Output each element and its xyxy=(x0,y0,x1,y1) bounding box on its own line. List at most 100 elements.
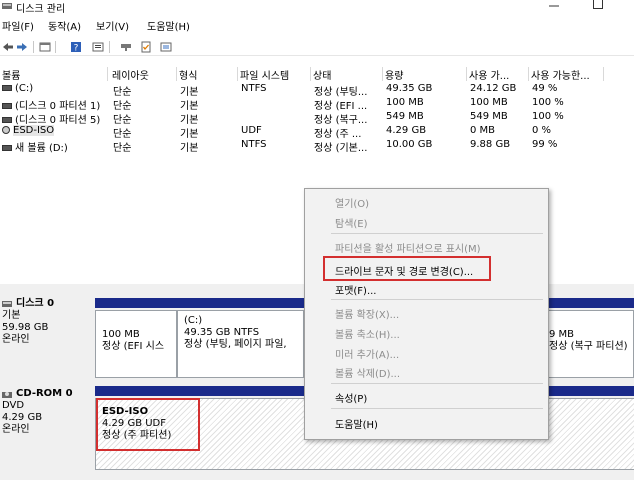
context-menu: 열기(O) 탐색(E) 파티션을 활성 파티션으로 표시(M) 드라이브 문자 … xyxy=(304,188,549,440)
volume-capacity: 49.35 GB xyxy=(386,83,433,94)
column-volume[interactable]: 볼륨 xyxy=(0,67,108,81)
volume-layout: 단순 xyxy=(113,101,132,112)
column-capacity[interactable]: 용량 xyxy=(383,67,467,81)
maximize-icon[interactable] xyxy=(592,0,604,10)
volume-percent: 99 % xyxy=(532,139,558,150)
disk-icon xyxy=(2,301,12,307)
window-icon[interactable] xyxy=(160,41,172,53)
console-tree-icon[interactable] xyxy=(39,41,51,53)
disk-0-partition-recovery[interactable]: 9 MB 정상 (복구 파티션) xyxy=(546,310,634,378)
menu-file[interactable]: 파일(F) xyxy=(2,18,34,33)
volume-capacity: 4.29 GB xyxy=(386,125,427,136)
volume-layout: 단순 xyxy=(113,87,132,98)
disk-state: 온라인 xyxy=(2,334,30,345)
volume-layout: 단순 xyxy=(113,129,132,140)
volume-percent: 49 % xyxy=(532,83,558,94)
menu-item-explore[interactable]: 탐색(E) xyxy=(335,215,368,230)
menu-item-mark-active[interactable]: 파티션을 활성 파티션으로 표시(M) xyxy=(335,240,481,255)
volume-free: 100 MB xyxy=(470,97,508,108)
partition-label: (C:) xyxy=(184,315,203,326)
volume-row[interactable]: (디스크 0 파티션 5) 단순 기본 정상 (복구... 549 MB 549… xyxy=(0,111,634,126)
volume-row[interactable]: 새 볼륨 (D:) 단순 기본 NTFS 정상 (기본... 10.00 GB … xyxy=(0,139,634,154)
drive-icon xyxy=(2,145,12,151)
disk-type: DVD xyxy=(2,400,25,411)
highlight-box-change-drive-letter xyxy=(323,256,491,281)
menu-item-open[interactable]: 열기(O) xyxy=(335,195,369,210)
menu-action[interactable]: 동작(A) xyxy=(48,18,81,33)
volume-percent: 100 % xyxy=(532,97,564,108)
volume-fs: NTFS xyxy=(241,139,267,150)
volume-fs: NTFS xyxy=(241,83,267,94)
volume-capacity: 549 MB xyxy=(386,111,424,122)
menu-help[interactable]: 도움말(H) xyxy=(147,18,190,33)
minimize-icon[interactable] xyxy=(548,0,560,12)
volume-type: 기본 xyxy=(180,101,199,112)
volume-status: 정상 (부팅... xyxy=(314,87,368,98)
volume-type: 기본 xyxy=(180,143,199,154)
column-status[interactable]: 상태 xyxy=(311,67,383,81)
volume-status: 정상 (EFI ... xyxy=(314,101,368,112)
volume-status: 정상 (주 ... xyxy=(314,129,362,140)
toolbar: ? xyxy=(0,39,634,56)
volume-row[interactable]: (디스크 0 파티션 1) 단순 기본 정상 (EFI ... 100 MB 1… xyxy=(0,97,634,112)
menu-item-format[interactable]: 포맷(F)... xyxy=(335,282,377,297)
volume-list-header: 볼륨 레이아웃 형식 파일 시스템 상태 용량 사용 가... 사용 가능한..… xyxy=(0,67,634,81)
menu-item-shrink[interactable]: 볼륨 축소(H)... xyxy=(335,326,400,341)
cd-drive-icon xyxy=(2,391,12,398)
column-layout[interactable]: 레이아웃 xyxy=(110,67,177,81)
drive-icon xyxy=(2,85,12,91)
disk-0-label[interactable]: 디스크 0 기본 59.98 GB 온라인 xyxy=(0,298,93,378)
column-type[interactable]: 형식 xyxy=(177,67,238,81)
properties-icon[interactable] xyxy=(92,41,104,53)
drive-icon xyxy=(2,117,12,123)
volume-name: (C:) xyxy=(15,83,34,94)
volume-status: 정상 (복구... xyxy=(314,115,368,126)
partition-status: 정상 (부팅, 페이지 파일, xyxy=(184,339,287,350)
svg-text:?: ? xyxy=(74,44,79,54)
partition-size: 9 MB xyxy=(549,329,575,340)
volume-name: 새 볼륨 (D:) xyxy=(15,143,68,154)
volume-free: 24.12 GB xyxy=(470,83,517,94)
volume-capacity: 100 MB xyxy=(386,97,424,108)
connect-icon[interactable] xyxy=(120,41,132,53)
cdrom-0-label[interactable]: CD-ROM 0 DVD 4.29 GB 온라인 xyxy=(0,386,93,468)
disk-size: 59.98 GB xyxy=(2,322,49,333)
disk-state: 온라인 xyxy=(2,424,30,435)
partition-status: 정상 (복구 파티션) xyxy=(549,341,628,352)
cd-drive-icon xyxy=(2,126,10,134)
menu-item-delete[interactable]: 볼륨 삭제(D)... xyxy=(335,365,400,380)
help-icon[interactable]: ? xyxy=(70,41,82,53)
volume-free: 9.88 GB xyxy=(470,139,511,150)
checklist-icon[interactable] xyxy=(140,41,152,53)
disk-0-partition-efi[interactable]: 100 MB 정상 (EFI 시스 xyxy=(95,310,177,378)
title-bar: 디스크 관리 xyxy=(0,0,634,15)
menu-item-properties[interactable]: 속성(P) xyxy=(335,390,367,405)
column-free-space[interactable]: 사용 가... xyxy=(467,67,529,81)
volume-row[interactable]: (C:) 단순 기본 NTFS 정상 (부팅... 49.35 GB 24.12… xyxy=(0,83,634,98)
volume-layout: 단순 xyxy=(113,115,132,126)
volume-capacity: 10.00 GB xyxy=(386,139,433,150)
volume-fs: UDF xyxy=(241,125,262,136)
forward-arrow-icon[interactable] xyxy=(16,41,28,53)
menu-item-add-mirror[interactable]: 미러 추가(A)... xyxy=(335,346,399,361)
menu-item-help[interactable]: 도움말(H) xyxy=(335,416,378,431)
volume-name: ESD-ISO xyxy=(13,125,55,136)
volume-percent: 0 % xyxy=(532,125,552,136)
volume-layout: 단순 xyxy=(113,143,132,154)
partition-status: 정상 (EFI 시스 xyxy=(102,341,165,352)
volume-row[interactable]: ESD-ISO 단순 기본 UDF 정상 (주 ... 4.29 GB 0 MB… xyxy=(0,125,634,140)
back-arrow-icon[interactable] xyxy=(2,41,14,53)
highlight-box-esd-iso xyxy=(96,398,200,451)
partition-size: 100 MB xyxy=(102,329,140,340)
disk-size: 4.29 GB xyxy=(2,412,43,423)
volume-status: 정상 (기본... xyxy=(314,143,368,154)
disk-name: CD-ROM 0 xyxy=(16,388,73,399)
menu-view[interactable]: 보기(V) xyxy=(96,18,129,33)
disk-name: 디스크 0 xyxy=(16,298,55,309)
column-filesystem[interactable]: 파일 시스템 xyxy=(238,67,311,81)
disk-0-partition-c[interactable]: (C:) 49.35 GB NTFS 정상 (부팅, 페이지 파일, xyxy=(177,310,304,378)
volume-type: 기본 xyxy=(180,115,199,126)
volume-free: 549 MB xyxy=(470,111,508,122)
column-percent-free[interactable]: 사용 가능한... xyxy=(529,67,604,81)
menu-item-extend[interactable]: 볼륨 확장(X)... xyxy=(335,306,399,321)
